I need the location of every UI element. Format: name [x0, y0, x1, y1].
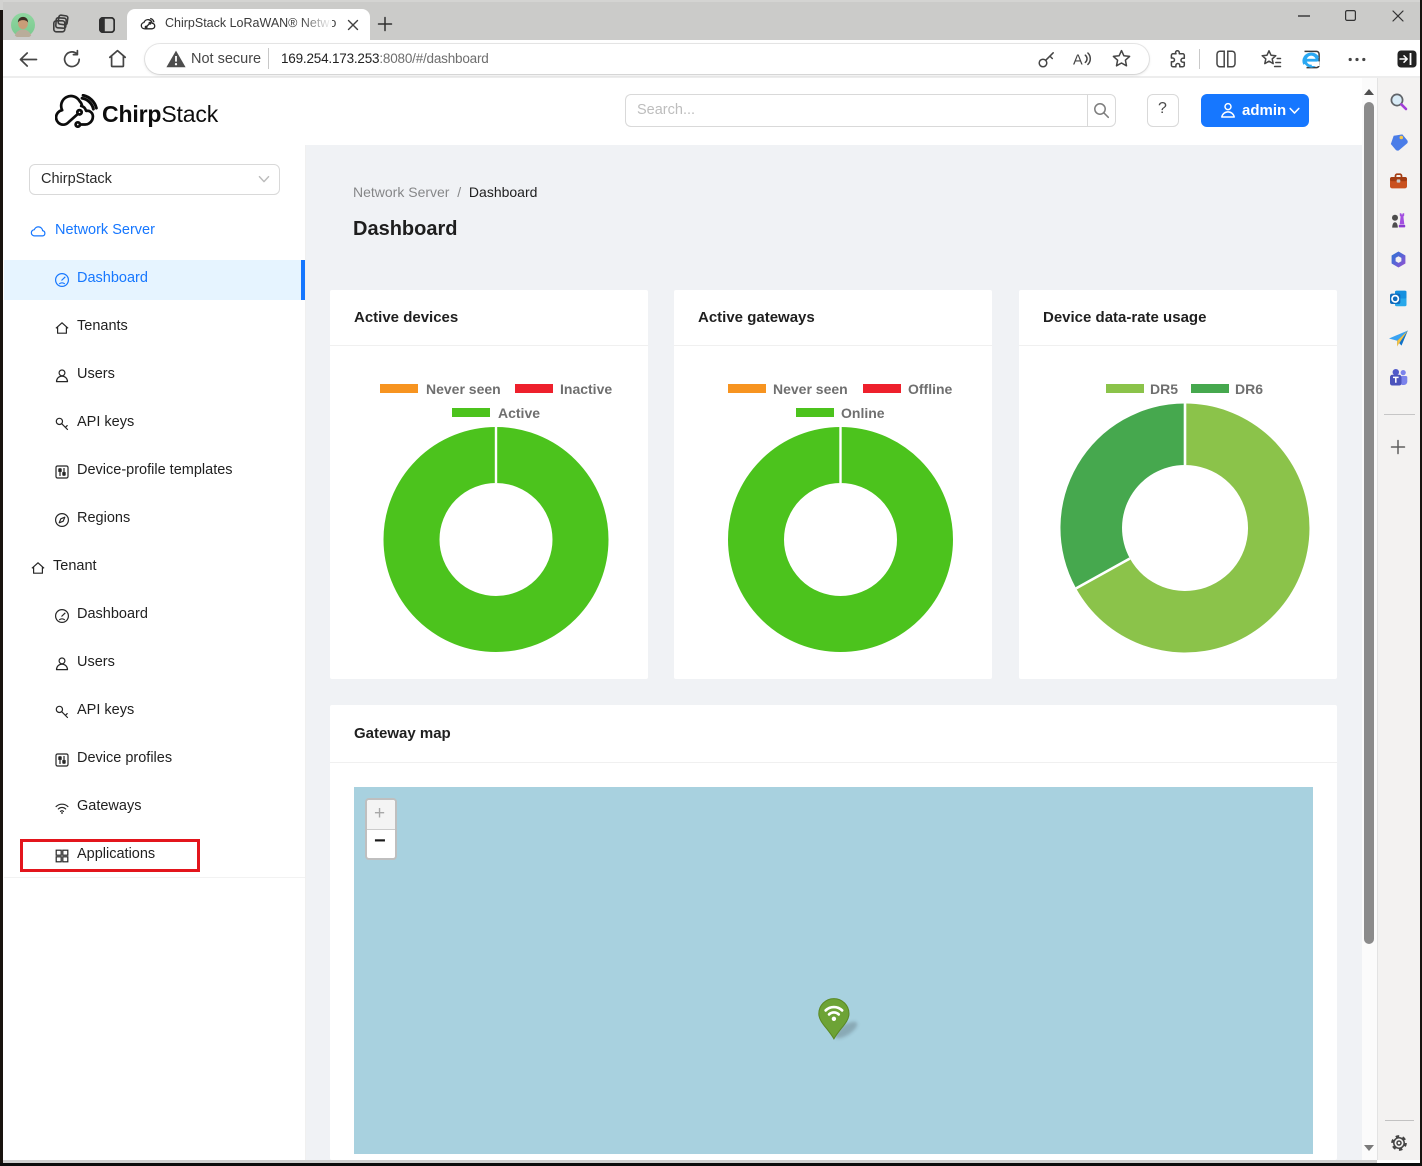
svg-text:A: A — [1073, 53, 1083, 69]
